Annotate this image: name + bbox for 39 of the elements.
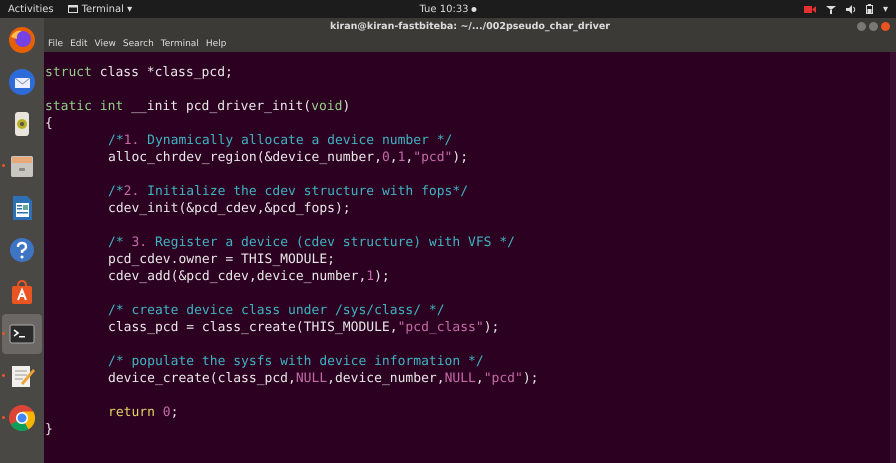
- code-line: struct class *class_pcd;: [45, 64, 233, 81]
- code-line: cdev_add(&pcd_cdev,device_number,1);: [107, 268, 390, 285]
- code-line: /* populate the sysfs with device information */: [107, 353, 484, 370]
- code-line: class_pcd = class_create(THIS_MODULE,"pcd_class");: [107, 319, 500, 336]
- clock[interactable]: Tue 10:33: [419, 4, 469, 14]
- menu-item[interactable]: View: [94, 38, 116, 48]
- menu-item[interactable]: Search: [122, 38, 154, 48]
- close-button[interactable]: [881, 22, 890, 31]
- menu-item[interactable]: Edit: [70, 38, 88, 48]
- code-line: /* 3. Register a device (cdev structure) with VFS */: [107, 234, 515, 251]
- dock-item[interactable]: [2, 314, 42, 354]
- minimize-button[interactable]: [857, 22, 866, 31]
- mail-bird-icon: [7, 67, 37, 97]
- menu-item[interactable]: Help: [206, 38, 226, 48]
- battery-icon: [866, 4, 873, 14]
- code-line: /* create device class under /sys/class/ */: [107, 302, 445, 319]
- network-icon: [826, 4, 836, 14]
- terminal-icon: [68, 5, 78, 13]
- code-line: return 0;: [107, 404, 178, 421]
- code-line: device_create(class_pcd,NULL,device_number,NULL,"pcd");: [107, 370, 538, 387]
- menu-item[interactable]: File: [48, 38, 64, 48]
- maximize-button[interactable]: [869, 22, 878, 31]
- code-line: /*1. Dynamically allocate a device number */: [107, 132, 452, 149]
- activities-button[interactable]: Activities: [8, 4, 54, 14]
- code-line: pcd_cdev.owner = THIS_MODULE;: [107, 251, 335, 268]
- code-line: }: [45, 421, 53, 438]
- code-line: {: [45, 115, 53, 132]
- code-line: alloc_chrdev_region(&device_number,0,1,"pcd");: [107, 149, 468, 166]
- firefox-globe-icon: [7, 25, 37, 55]
- code-line: cdev_init(&pcd_cdev,&pcd_fops);: [107, 200, 351, 217]
- volume-icon: [846, 4, 856, 14]
- code-line: /*2. Initialize the cdev structure with fops*/: [107, 183, 468, 200]
- code-line: static int __init pcd_driver_init(void): [45, 98, 350, 115]
- help-icon: [7, 235, 37, 265]
- app-menu[interactable]: Terminal ▾: [68, 4, 132, 14]
- chrome-icon: [7, 403, 37, 433]
- window-title: kiran@kiran-fastbiteba: ~/.../002pseudo_char_driver: [330, 21, 610, 32]
- menu-item[interactable]: Terminal: [160, 38, 199, 48]
- system-menu-caret[interactable]: ▾: [882, 4, 888, 14]
